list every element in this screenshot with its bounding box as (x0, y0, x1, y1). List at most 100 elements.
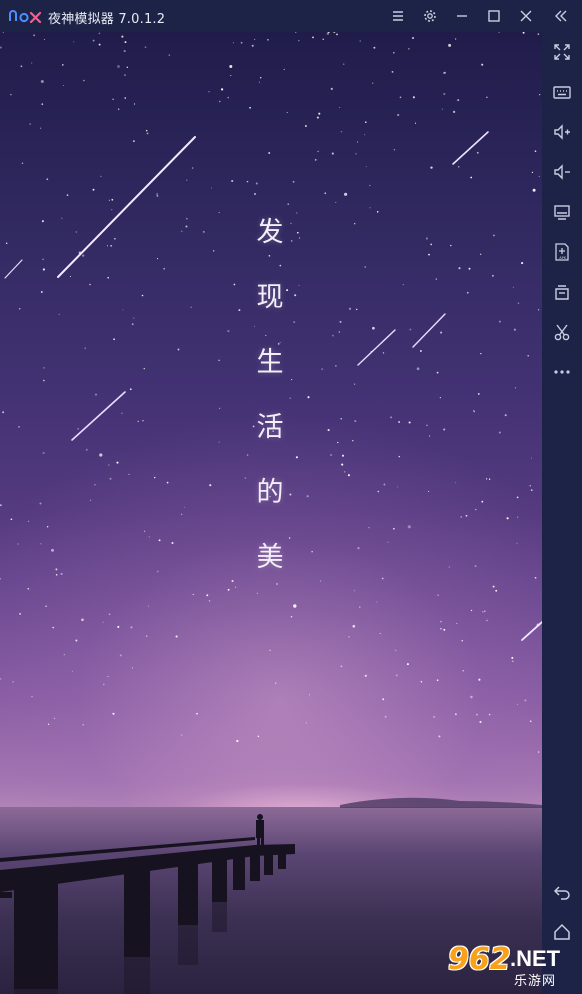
star (109, 477, 112, 480)
star (218, 441, 220, 443)
star (124, 97, 126, 99)
star (175, 635, 178, 638)
star (441, 108, 443, 110)
fullscreen-icon[interactable] (552, 42, 572, 62)
star (0, 578, 1, 580)
star (476, 151, 479, 154)
star (137, 420, 139, 423)
star (133, 317, 135, 319)
star (17, 543, 19, 545)
star (0, 678, 2, 680)
menu-icon[interactable] (388, 6, 408, 26)
star (512, 286, 514, 288)
star (330, 454, 333, 456)
star (348, 307, 352, 310)
star (292, 180, 295, 183)
star (269, 649, 271, 651)
scissors-icon[interactable] (552, 322, 572, 342)
star (364, 134, 366, 136)
star (484, 610, 486, 612)
star (420, 681, 423, 683)
star (353, 590, 355, 592)
star (95, 393, 97, 396)
star (128, 473, 130, 476)
minimize-icon[interactable] (452, 6, 472, 26)
star (156, 193, 158, 195)
star (240, 41, 243, 44)
star (71, 670, 74, 672)
star (340, 665, 343, 668)
volume-down-icon[interactable] (552, 162, 572, 182)
star (102, 621, 104, 623)
star (521, 262, 524, 265)
star (433, 716, 435, 718)
star (393, 148, 396, 151)
star (92, 39, 95, 42)
star (488, 478, 491, 480)
star (0, 504, 2, 507)
screen-icon[interactable] (552, 202, 572, 222)
star (312, 36, 314, 39)
star (347, 474, 350, 477)
star (479, 720, 482, 724)
star (235, 586, 237, 588)
star (461, 640, 463, 642)
volume-up-icon[interactable] (552, 122, 572, 142)
star (73, 41, 75, 43)
star (196, 712, 198, 715)
star (384, 715, 387, 718)
star (249, 106, 252, 109)
star (39, 502, 42, 505)
title-bar: 夜神模拟器 7.0.1.2 (0, 0, 582, 32)
star (393, 52, 395, 54)
star (85, 448, 88, 451)
star (406, 663, 409, 666)
emulator-screen[interactable]: 发 现 生 活 的 美 (0, 32, 542, 994)
keyboard-icon[interactable] (552, 82, 572, 102)
star (40, 79, 44, 84)
star (391, 70, 394, 73)
star (376, 211, 379, 213)
star (397, 486, 399, 488)
star (2, 32, 4, 34)
star (454, 38, 457, 40)
star (453, 110, 456, 113)
star (382, 698, 385, 701)
star (211, 187, 213, 189)
star (354, 223, 356, 225)
star (436, 679, 439, 682)
star (107, 276, 110, 279)
star (412, 37, 414, 39)
star (144, 46, 147, 49)
star (77, 427, 80, 430)
star (246, 454, 249, 456)
more-icon[interactable] (552, 362, 572, 382)
star (407, 47, 410, 50)
star (440, 331, 443, 334)
star (364, 674, 367, 677)
back-icon[interactable] (552, 882, 572, 902)
apk-install-icon[interactable]: APK (552, 242, 572, 262)
star (208, 91, 210, 93)
star (383, 483, 386, 486)
star (470, 695, 473, 699)
collapse-sidebar-icon[interactable] (551, 6, 571, 26)
star (31, 62, 33, 64)
clean-icon[interactable] (552, 282, 572, 302)
home-icon[interactable] (552, 922, 572, 942)
star (180, 513, 183, 516)
star (330, 87, 333, 90)
star (298, 237, 301, 239)
maximize-icon[interactable] (484, 6, 504, 26)
settings-icon[interactable] (420, 6, 440, 26)
star (259, 77, 262, 79)
star (537, 33, 540, 36)
star (298, 284, 300, 286)
star (293, 321, 296, 324)
star (538, 93, 541, 96)
star (516, 703, 519, 705)
star (480, 352, 482, 355)
star (168, 54, 171, 56)
close-icon[interactable] (516, 6, 536, 26)
star (29, 123, 31, 125)
